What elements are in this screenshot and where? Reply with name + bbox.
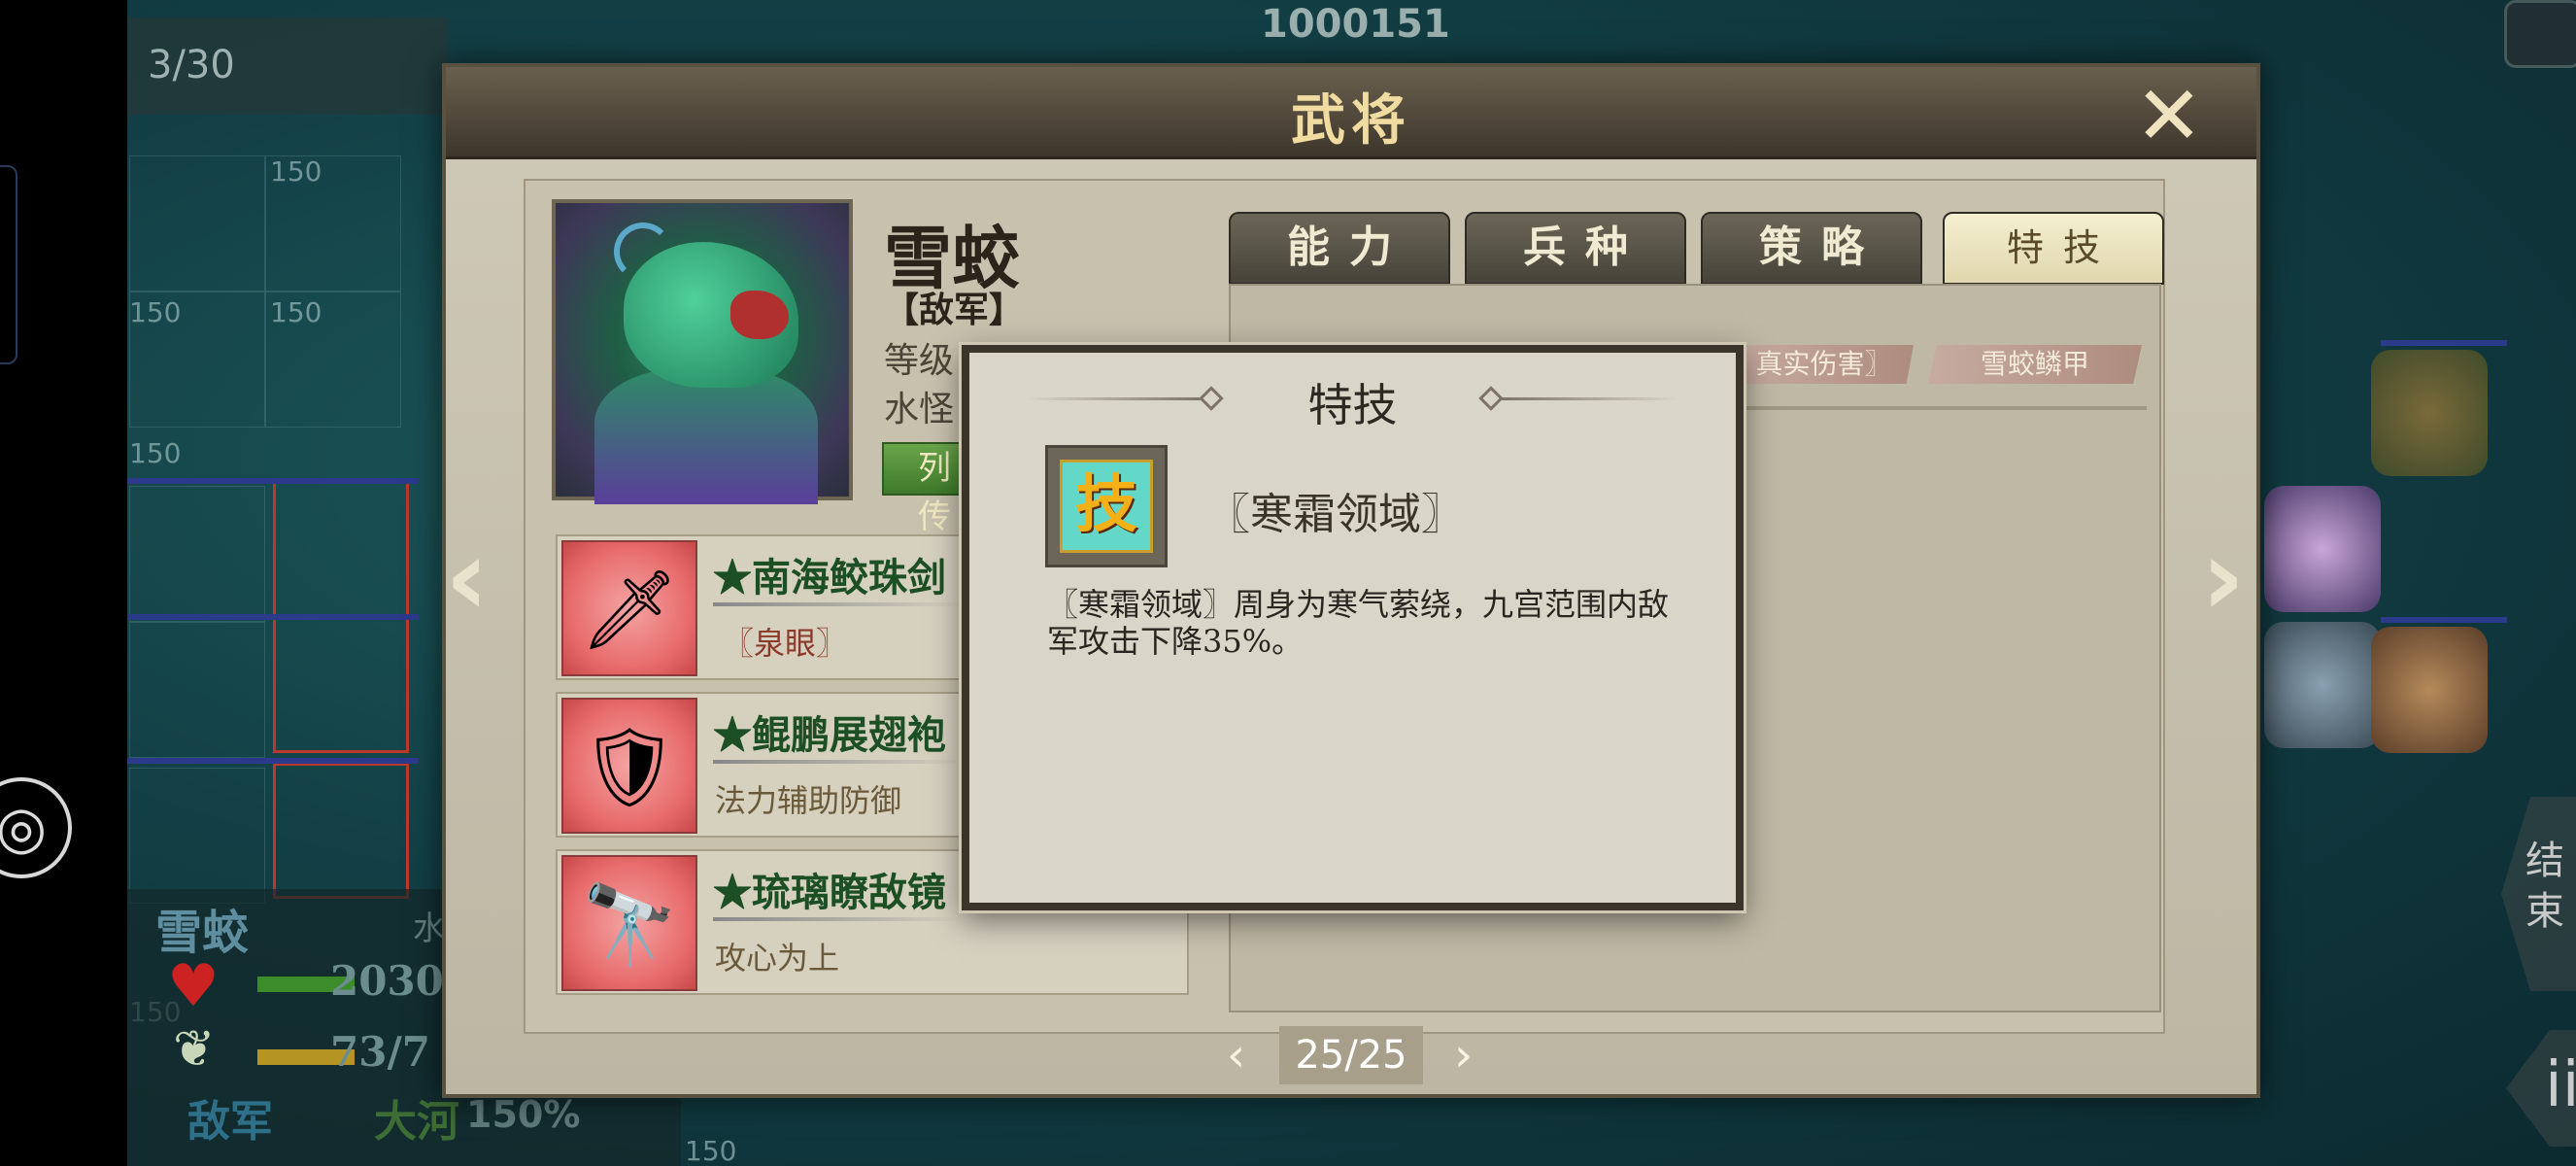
terrain-bonus: 150% <box>466 1093 581 1136</box>
zone-border <box>127 758 419 764</box>
skill-tag[interactable]: 真实伤害〗 <box>1734 345 1914 384</box>
dialog-header: 武将 ✕ <box>446 67 2256 159</box>
tile-value: 150 <box>270 296 322 328</box>
portrait-mouth <box>730 291 789 339</box>
prev-general-arrow-icon[interactable]: ‹ <box>445 515 489 639</box>
item-divider <box>713 760 966 764</box>
item-divider <box>713 602 966 606</box>
heart-icon: ♥ <box>167 952 220 1020</box>
hp-value: 2030 <box>330 957 444 1005</box>
minimap-icon[interactable] <box>2504 0 2576 68</box>
close-icon[interactable]: ✕ <box>2130 75 2208 156</box>
end-turn-label[interactable]: 结束 <box>2525 836 2564 937</box>
skill-glyph: 技 <box>1060 460 1153 553</box>
character-portrait <box>552 199 853 504</box>
zone-border <box>2381 340 2507 346</box>
tab-skills[interactable]: 特技 <box>1943 212 2164 285</box>
map-tile[interactable] <box>129 155 265 292</box>
map-tile[interactable] <box>129 768 265 904</box>
feather-icon: ❦ <box>173 1020 216 1079</box>
skill-tag[interactable]: 雪蛟鳞甲 <box>1928 345 2142 384</box>
item-name: ★鲲鹏展翅袍 <box>713 712 946 758</box>
skill-detail-popup: 特技 技 〖寒霜领域〗 〖寒霜领域〗周身为寒气萦绕，九宫范围内敌军攻击下降35%… <box>962 345 1744 910</box>
sword-icon: 🗡 <box>561 540 697 676</box>
next-general-arrow-icon[interactable]: › <box>2201 515 2245 639</box>
floating-menu-button[interactable]: ◎ <box>0 777 72 878</box>
skill-icon: 技 <box>1045 445 1168 567</box>
portrait-horn <box>614 223 672 281</box>
page-indicator: 25/25 <box>1279 1026 1423 1084</box>
item-effect: 法力辅助防御 <box>715 782 902 819</box>
unit-type: 水 <box>413 909 446 948</box>
pager-prev-icon[interactable]: ‹ <box>1227 1028 1245 1082</box>
skill-description: 〖寒霜领域〗周身为寒气萦绕，九宫范围内敌军攻击下降35%。 <box>1047 586 1670 660</box>
level-label: 等级 <box>884 341 955 381</box>
tile-value: 150 <box>129 296 182 328</box>
map-tile[interactable] <box>129 486 265 622</box>
map-unit[interactable] <box>2264 486 2381 612</box>
map-tile-enemy[interactable] <box>273 763 409 899</box>
character-side: 【敌军】 <box>884 290 1025 330</box>
robe-icon: 🛡 <box>561 698 697 834</box>
dialog-title: 武将 <box>1291 88 1411 153</box>
map-unit[interactable] <box>2371 627 2488 753</box>
portrait-body <box>594 368 818 504</box>
item-effect: 攻心为上 <box>715 940 840 977</box>
tab-ability[interactable]: 能力 <box>1229 212 1450 285</box>
item-effect: 〖泉眼〗 <box>723 625 848 662</box>
map-tile-enemy[interactable] <box>273 481 409 617</box>
item-name: ★琉璃瞭敌镜 <box>713 870 946 915</box>
map-unit[interactable] <box>2264 622 2381 748</box>
top-id-label: 1000151 <box>1261 2 1450 47</box>
turn-counter: 3/30 <box>148 43 235 87</box>
item-divider <box>713 917 966 921</box>
tab-troops[interactable]: 兵种 <box>1465 212 1686 285</box>
zone-border <box>127 614 419 620</box>
spyglass-icon: 🔭 <box>561 855 697 991</box>
item-name: ★南海鲛珠剑 <box>713 555 946 600</box>
popup-title: 特技 <box>1307 379 1398 431</box>
skill-tag-divider <box>1739 406 2147 410</box>
tile-value: 150 <box>270 155 322 188</box>
mp-value: 73/7 <box>330 1028 431 1076</box>
zone-border <box>2381 617 2507 623</box>
left-bezel: ◎ <box>0 0 127 1166</box>
map-tile[interactable] <box>129 622 265 758</box>
map-unit[interactable] <box>2371 350 2488 476</box>
title-ornament-right <box>1502 397 1677 400</box>
tile-value: 150 <box>685 1135 737 1166</box>
unit-side: 敌军 <box>187 1097 273 1147</box>
skill-name: 〖寒霜领域〗 <box>1207 490 1464 539</box>
map-tile-enemy[interactable] <box>273 617 409 753</box>
tab-strategy[interactable]: 策略 <box>1701 212 1922 285</box>
zone-border <box>127 478 419 484</box>
menu-icon[interactable]: ii <box>2545 1049 2576 1121</box>
tile-value: 150 <box>129 437 182 469</box>
pager-next-icon[interactable]: › <box>1454 1028 1473 1082</box>
race-label: 水怪 <box>884 390 955 429</box>
side-handle[interactable] <box>0 165 17 364</box>
